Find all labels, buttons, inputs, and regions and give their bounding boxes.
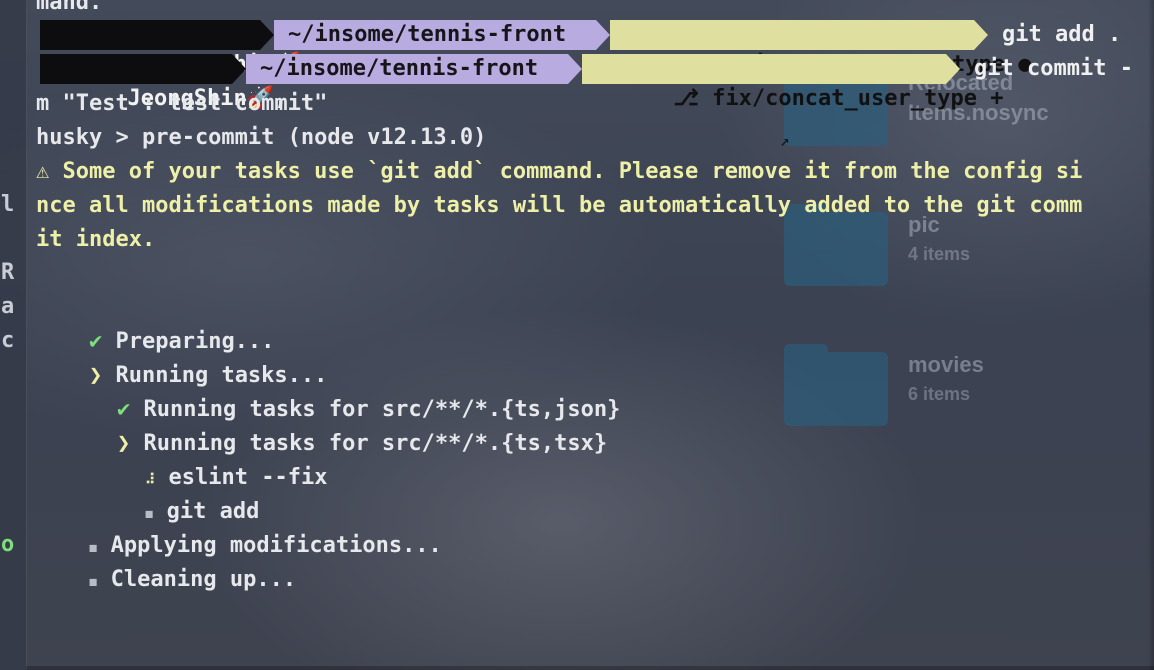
prompt-git-segment: ⎇ fix/concat_user_type + (582, 54, 1004, 111)
command-continuation: m "Test : test commit" (36, 91, 328, 116)
task-row: ✔ Running tasks for src/**/*.{ts,json} (64, 359, 620, 422)
git-branch-icon: ⎇ (673, 86, 699, 111)
prompt-separator-icon (260, 20, 274, 50)
terminal-line: mand. (36, 0, 103, 15)
finder-item-count: 6 items (908, 384, 971, 404)
task-row: ◼ git add (92, 461, 259, 524)
task-row: ❯ Running tasks... (36, 325, 327, 388)
prompt-path: ~/insome/tennis-front (274, 20, 596, 50)
command-text: git add . (1002, 22, 1122, 47)
task-row: ❯ Running tasks for src/**/*.{ts,tsx} (64, 393, 607, 456)
task-row: ◼ Cleaning up... (36, 529, 296, 592)
warning-line: it index. (36, 227, 156, 252)
background-window-edge: l R a c o (0, 0, 27, 670)
folder-icon (784, 344, 888, 426)
prompt-separator-icon (568, 54, 582, 84)
window-edge (1148, 0, 1154, 670)
warning-line: nce all modifications made by tasks will… (36, 193, 1083, 218)
background-window-char: c (1, 328, 15, 353)
window-edge (26, 666, 1154, 670)
task-row: ◼ Applying modifications... (36, 495, 442, 558)
background-window-char: o (1, 532, 15, 557)
pending-square-icon: ◼ (88, 574, 98, 590)
prompt-user-segment: JeongShin🚀, (40, 54, 287, 111)
prompt-separator-icon (946, 54, 960, 84)
prompt-separator-icon (974, 20, 988, 50)
warning-line: ⚠ Some of your tasks use `git add` comma… (36, 159, 1083, 184)
background-window-char: R (1, 260, 15, 285)
git-branch-name: fix/concat_user_type + (712, 86, 1004, 111)
prompt-git-segment: ⎇ fix/concat_user_type ● (610, 20, 1032, 77)
prompt-separator-icon (232, 54, 246, 84)
task-row: ✔ Preparing... (36, 291, 274, 354)
prompt-path: ~/insome/tennis-front (246, 54, 568, 84)
finder-item-name: movies (908, 352, 984, 377)
task-text: Cleaning up... (110, 567, 297, 592)
husky-line: husky > pre-commit (node v12.13.0) (36, 125, 487, 150)
prompt-user-segment: ✘ JeongShin🚀, (40, 20, 314, 77)
background-window-char: a (1, 294, 15, 319)
task-row: ⠼ eslint --fix (92, 427, 327, 490)
mouse-cursor-icon: ↗ (780, 131, 790, 150)
command-text: git commit - (974, 56, 1133, 81)
folder-icon (784, 204, 888, 286)
finder-item-count: 4 items (908, 244, 971, 264)
prompt-separator-icon (596, 20, 610, 50)
background-window-char: l (1, 192, 15, 217)
